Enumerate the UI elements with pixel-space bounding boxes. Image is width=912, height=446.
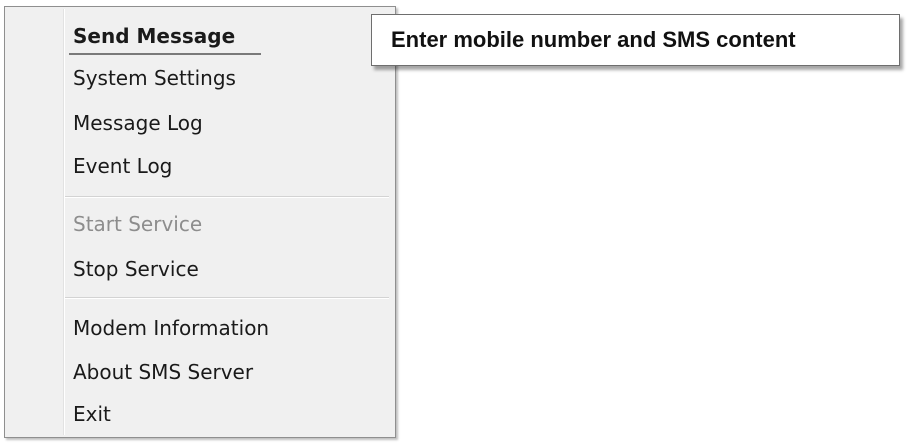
menu-item-exit[interactable]: Exit <box>7 395 393 433</box>
menu-item-label: Message Log <box>73 111 203 135</box>
menu-item-system-settings[interactable]: System Settings <box>7 59 393 97</box>
menu-item-stop-service[interactable]: Stop Service <box>7 250 393 288</box>
menu-item-send-message[interactable]: Send Message <box>7 17 393 55</box>
menu-item-label: Send Message <box>73 24 236 48</box>
menu-item-label: Exit <box>73 402 111 426</box>
menu-item-focus-underline <box>69 53 261 55</box>
menu-item-label: About SMS Server <box>73 360 254 384</box>
menu-item-modem-information[interactable]: Modem Information <box>7 309 393 347</box>
menu-separator <box>65 196 389 198</box>
context-menu: Send Message System Settings Message Log… <box>4 6 396 438</box>
menu-item-label: Start Service <box>73 212 203 236</box>
menu-item-about-sms-server[interactable]: About SMS Server <box>7 353 393 391</box>
screen: Send Message System Settings Message Log… <box>0 0 912 446</box>
menu-item-event-log[interactable]: Event Log <box>7 147 393 185</box>
menu-separator <box>65 297 389 299</box>
menu-item-label: System Settings <box>73 66 236 90</box>
tooltip: Enter mobile number and SMS content <box>371 14 900 66</box>
menu-item-label: Event Log <box>73 154 173 178</box>
menu-item-label: Stop Service <box>73 257 199 281</box>
menu-item-start-service: Start Service <box>7 205 393 243</box>
tooltip-text: Enter mobile number and SMS content <box>391 27 796 52</box>
menu-item-label: Modem Information <box>73 316 270 340</box>
menu-item-message-log[interactable]: Message Log <box>7 104 393 142</box>
